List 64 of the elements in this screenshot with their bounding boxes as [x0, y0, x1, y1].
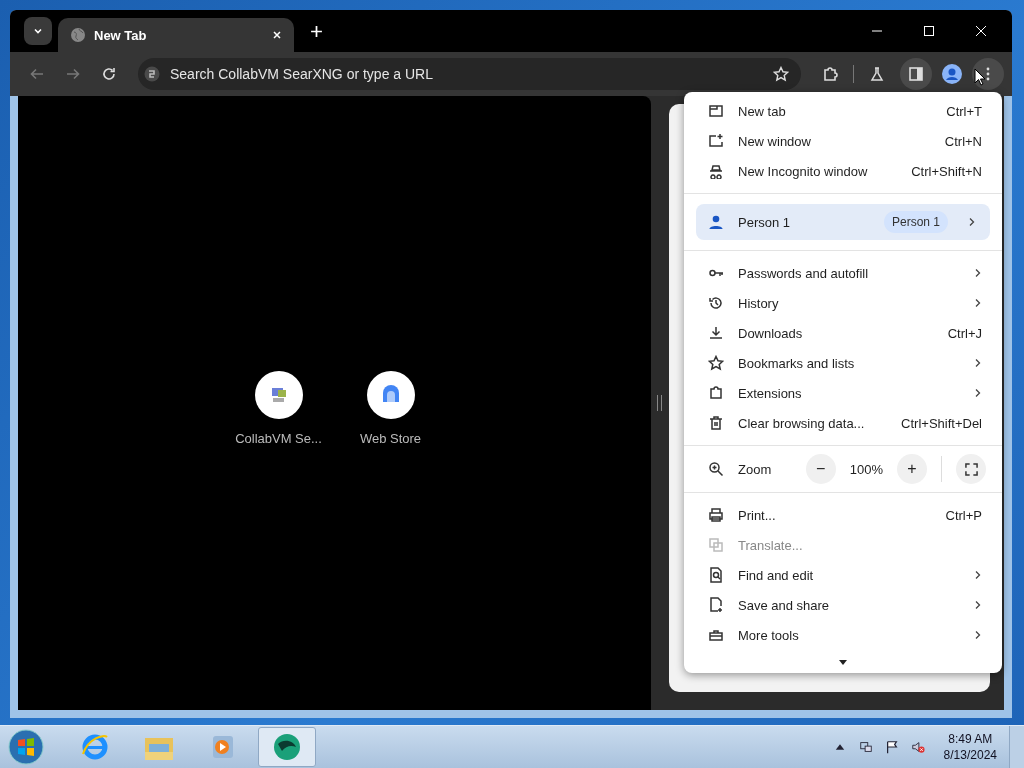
puzzle-icon [708, 385, 724, 401]
maximize-icon[interactable] [923, 25, 935, 37]
menu-item[interactable]: Passwords and autofill [684, 258, 1002, 288]
close-icon[interactable] [272, 30, 282, 40]
side-panel-button[interactable] [900, 58, 932, 90]
trash-icon [708, 415, 724, 431]
star-icon [708, 355, 724, 371]
menu-item[interactable]: New window Ctrl+N [684, 126, 1002, 156]
menu-item[interactable]: More tools [684, 620, 1002, 650]
zoom-in-button[interactable]: + [897, 454, 927, 484]
history-icon [708, 295, 724, 311]
menu-item[interactable]: Find and edit [684, 560, 1002, 590]
globe-icon [70, 27, 86, 43]
chevron-down-icon [33, 26, 43, 36]
address-bar[interactable]: Search CollabVM SearXNG or type a URL [138, 58, 801, 90]
zoom-in-icon [708, 461, 724, 477]
speaker-muted-icon[interactable] [910, 740, 925, 754]
resize-handle[interactable] [657, 395, 662, 411]
printer-icon [708, 507, 724, 523]
browser-tab[interactable]: New Tab [58, 18, 294, 52]
menu-item[interactable]: Print... Ctrl+P [684, 500, 1002, 530]
incognito-icon [708, 163, 724, 179]
menu-item[interactable]: Clear browsing data... Ctrl+Shift+Del [684, 408, 1002, 438]
menu-item[interactable]: Bookmarks and lists [684, 348, 1002, 378]
translate-icon [708, 537, 724, 553]
download-icon [708, 325, 724, 341]
window-icon [708, 103, 724, 119]
network-icon[interactable] [858, 740, 873, 754]
side-panel-icon [908, 66, 924, 82]
profile-badge: Person 1 [883, 211, 948, 233]
fullscreen-button[interactable] [956, 454, 986, 484]
menu-item[interactable]: New tab Ctrl+T [684, 96, 1002, 126]
clock-date[interactable]: 8/13/2024 [943, 747, 997, 763]
zoom-label: Zoom [738, 461, 773, 477]
toolbox-icon [708, 627, 724, 643]
mouse-cursor-icon [974, 68, 986, 86]
menu-item[interactable]: Downloads Ctrl+J [684, 318, 1002, 348]
avatar-icon[interactable] [942, 64, 962, 84]
menu-item[interactable]: Extensions [684, 378, 1002, 408]
menu-item[interactable]: Save and share [684, 590, 1002, 620]
fullscreen-icon [964, 462, 978, 476]
site-icon [144, 66, 160, 82]
tab-title: New Tab [94, 27, 148, 43]
flag-icon[interactable] [884, 740, 899, 754]
menu-item[interactable]: History [684, 288, 1002, 318]
plus-icon[interactable] [310, 24, 323, 38]
shortcut-label: CollabVM Se... [235, 430, 322, 446]
zoom-level: 100% [849, 461, 883, 477]
clock-time[interactable]: 8:49 AM [948, 731, 993, 747]
close-icon[interactable] [975, 25, 987, 37]
taskbar-button[interactable] [258, 727, 316, 767]
profile-item[interactable]: Person 1 Person 1 [696, 204, 990, 240]
new-window-icon [708, 133, 724, 149]
person-icon [708, 214, 724, 230]
menu-item[interactable]: New Incognito window Ctrl+Shift+N [684, 156, 1002, 186]
tab-search-button[interactable] [24, 17, 52, 45]
document-icon [708, 597, 724, 613]
zoom-out-button[interactable]: − [805, 454, 836, 484]
browser-e-icon [80, 732, 110, 762]
start-orb-icon[interactable] [8, 729, 44, 765]
scroll-down-icon[interactable] [839, 660, 847, 665]
shortcut-label: Web Store [359, 430, 422, 446]
chevron-icon [968, 217, 976, 227]
find-icon [708, 567, 724, 583]
